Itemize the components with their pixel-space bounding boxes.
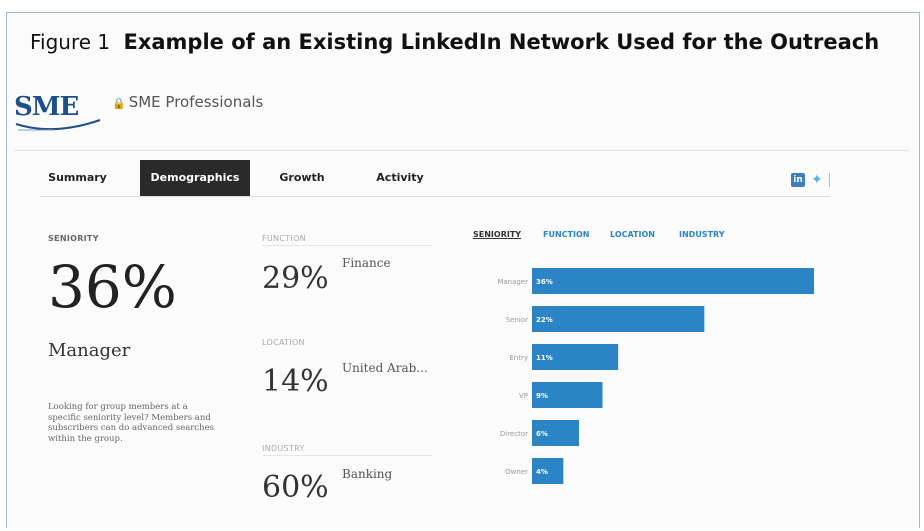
- bar-category-label: Manager: [497, 278, 528, 286]
- figure-title: Example of an Existing LinkedIn Network …: [123, 30, 880, 54]
- seniority-bar-chart: Manager 36% Senior 22% Entry 11% VP 9% Director 6…: [497, 268, 814, 484]
- chart-tab-function[interactable]: FUNCTION: [543, 230, 589, 239]
- function-label: FUNCTION: [262, 234, 306, 243]
- logo-swoosh-icon: [15, 119, 101, 131]
- function-percent: 29%: [262, 261, 329, 296]
- tab-growth[interactable]: Growth: [262, 160, 342, 196]
- tab-activity[interactable]: Activity: [360, 160, 440, 196]
- seniority-label: SENIORITY: [48, 234, 99, 243]
- figure-caption: Figure 1 Example of an Existing LinkedIn…: [30, 30, 879, 54]
- separator: [828, 173, 830, 187]
- bar-category-label: Owner: [505, 468, 528, 476]
- chart-tab-location[interactable]: LOCATION: [610, 230, 655, 239]
- bar-category-label: Entry: [509, 354, 528, 362]
- industry-name: Banking: [342, 467, 393, 481]
- industry-percent: 60%: [262, 470, 329, 505]
- bar-value-label: 6%: [536, 430, 548, 438]
- bar-value-label: 11%: [536, 354, 553, 362]
- bar-value-label: 9%: [536, 392, 548, 400]
- bar-category-label: VP: [519, 392, 528, 400]
- lock-icon: 🔒: [112, 97, 126, 110]
- linkedin-icon[interactable]: in: [791, 173, 805, 187]
- tab-summary[interactable]: Summary: [40, 160, 115, 196]
- chart-tab-industry[interactable]: INDUSTRY: [679, 230, 725, 239]
- tab-bar: Summary Demographics Growth Activity: [40, 160, 830, 197]
- seniority-caption: Manager: [48, 340, 131, 361]
- group-name-text: SME Professionals: [128, 93, 264, 111]
- location-name: United Arab...: [342, 361, 428, 375]
- industry-rule: [262, 455, 432, 456]
- seniority-description: Looking for group members at a specific …: [48, 402, 214, 444]
- bar-value-label: 36%: [536, 278, 553, 286]
- location-percent: 14%: [262, 364, 329, 399]
- industry-label: INDUSTRY: [262, 444, 305, 453]
- twitter-icon[interactable]: ✦: [811, 172, 823, 188]
- location-label: LOCATION: [262, 338, 305, 347]
- bar-senior[interactable]: [532, 306, 705, 332]
- group-name[interactable]: 🔒 SME Professionals: [112, 93, 263, 111]
- function-name: Finance: [342, 256, 391, 270]
- tab-demographics[interactable]: Demographics: [140, 160, 250, 196]
- bar-manager[interactable]: [532, 268, 814, 294]
- top-cropped-text-strip: [0, 0, 924, 10]
- bar-value-label: 22%: [536, 316, 553, 324]
- chart-tab-seniority[interactable]: SENIORITY: [473, 230, 521, 239]
- bar-category-label: Director: [500, 430, 528, 438]
- seniority-percent: 36%: [48, 253, 177, 321]
- header-divider: [14, 150, 909, 151]
- bar-category-label: Senior: [506, 316, 528, 324]
- bar-value-label: 4%: [536, 468, 548, 476]
- sme-logo[interactable]: SME: [14, 92, 104, 140]
- share-icons: in ✦: [791, 172, 830, 188]
- figure-number: Figure 1: [30, 30, 111, 54]
- function-rule: [262, 245, 432, 246]
